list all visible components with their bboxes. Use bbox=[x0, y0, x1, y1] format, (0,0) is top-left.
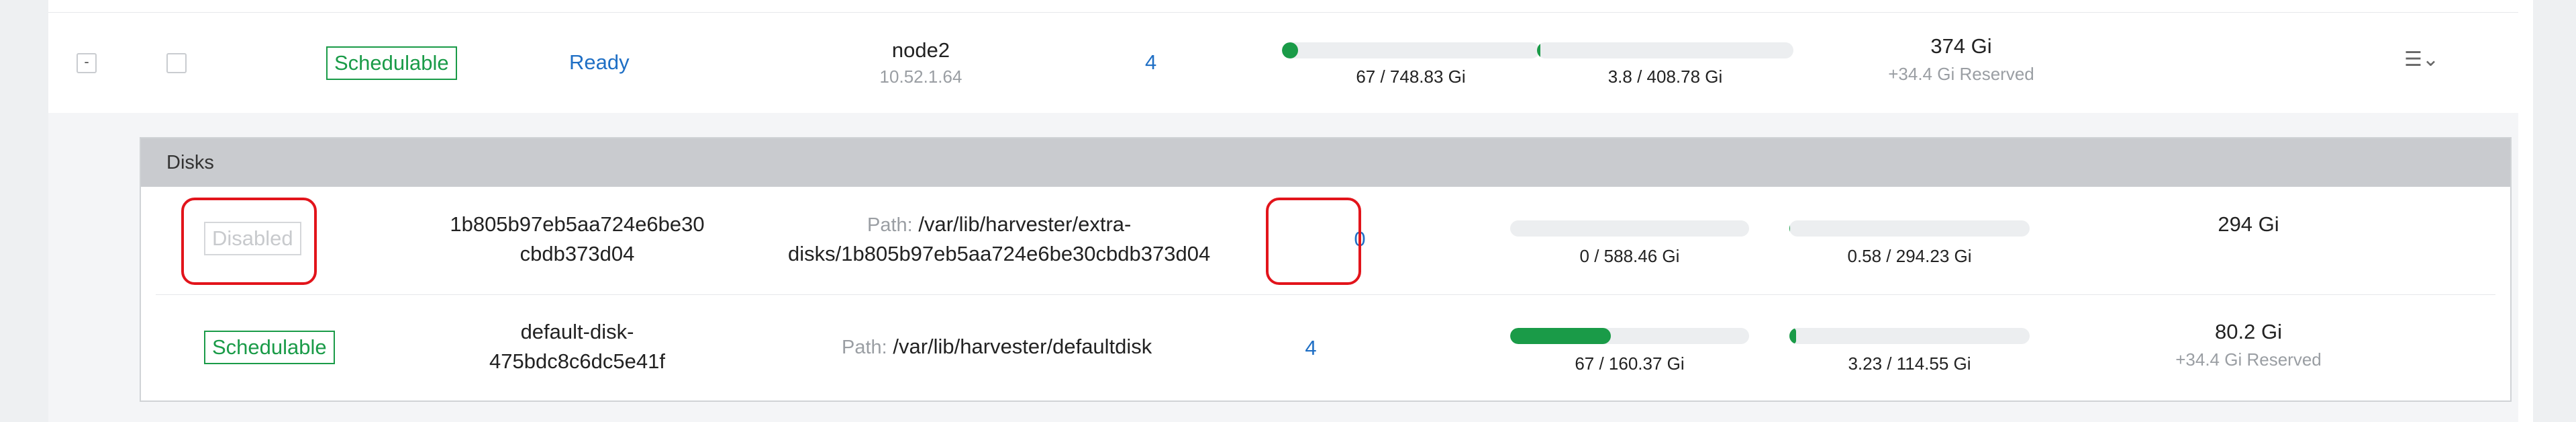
node-status-badge: Schedulable bbox=[326, 46, 457, 80]
disk-name-line2: cbdb373d04 bbox=[519, 242, 635, 265]
disk-scheduled-bar bbox=[1510, 220, 1749, 237]
node-used-label: 3.8 / 408.78 Gi bbox=[1607, 67, 1723, 87]
node-allocatable: 374 Gi bbox=[1930, 34, 1992, 58]
disk-name-line1: default-disk- bbox=[520, 320, 634, 343]
disks-title: Disks bbox=[166, 152, 214, 173]
disk-scheduled-label: 67 / 160.37 Gi bbox=[1575, 353, 1685, 374]
disk-used-label: 3.23 / 114.55 Gi bbox=[1848, 353, 1971, 374]
collapse-toggle[interactable]: - bbox=[77, 53, 97, 73]
disk-name-line1: 1b805b97eb5aa724e6be30 bbox=[450, 212, 705, 236]
disk-scheduled-label: 0 / 588.46 Gi bbox=[1579, 246, 1680, 266]
disk-status-badge: Schedulable bbox=[204, 331, 335, 364]
node-row: - Schedulable Ready node2 10.52.1.64 4 6… bbox=[48, 12, 2518, 114]
right-gutter bbox=[2533, 0, 2576, 422]
disk-path-line2: disks/1b805b97eb5aa724e6be30cbdb373d04 bbox=[788, 242, 1211, 265]
disks-header: Disks bbox=[141, 138, 2510, 187]
disk-used-fill bbox=[1789, 220, 1790, 237]
node-scheduled-label: 67 / 748.83 Gi bbox=[1356, 67, 1466, 87]
disk-name-line2: 475bdc8c6dc5e41f bbox=[489, 349, 665, 373]
disk-allocatable: 294 Gi bbox=[2218, 212, 2279, 236]
disk-scheduled-fill bbox=[1510, 328, 1611, 344]
disk-used-bar bbox=[1789, 220, 2030, 237]
node-disk-count[interactable]: 4 bbox=[1145, 50, 1156, 75]
disk-used-label: 0.58 / 294.23 Gi bbox=[1847, 246, 1972, 266]
list-chevron-down-icon[interactable]: ☰⌄ bbox=[2404, 48, 2439, 71]
disk-path-line1: Path: /var/lib/harvester/extra- bbox=[867, 212, 1131, 237]
disk-replica-count[interactable]: 4 bbox=[1266, 336, 1356, 360]
highlight-box bbox=[181, 198, 317, 285]
node-scheduled-bar bbox=[1282, 42, 1540, 58]
disk-used-fill bbox=[1789, 328, 1796, 344]
row-checkbox[interactable] bbox=[166, 53, 187, 73]
node-scheduled-fill bbox=[1282, 42, 1298, 58]
row-divider bbox=[156, 294, 2495, 295]
path-value: /var/lib/harvester/defaultdisk bbox=[893, 335, 1152, 358]
disk-reserved: +34.4 Gi Reserved bbox=[2175, 349, 2322, 370]
path-label: Path: bbox=[842, 337, 887, 358]
disk-used-bar bbox=[1789, 328, 2030, 344]
highlight-box bbox=[1266, 198, 1361, 285]
node-used-bar bbox=[1537, 42, 1793, 58]
node-name[interactable]: node2 bbox=[854, 38, 988, 62]
disk-allocatable: 80.2 Gi bbox=[2215, 320, 2282, 343]
disks-table: Disks Disabled 1b805b97eb5aa724e6be30 cb… bbox=[140, 137, 2512, 402]
node-state: Ready bbox=[569, 50, 630, 74]
node-used-fill bbox=[1537, 42, 1540, 58]
disk-scheduled-bar bbox=[1510, 328, 1749, 344]
path-value: /var/lib/harvester/extra- bbox=[918, 212, 1132, 236]
left-gutter bbox=[0, 0, 48, 422]
path-label: Path: bbox=[867, 214, 913, 236]
disk-path-line1: Path: /var/lib/harvester/defaultdisk bbox=[842, 335, 1152, 359]
node-ip: 10.52.1.64 bbox=[879, 67, 962, 87]
node-reserved: +34.4 Gi Reserved bbox=[1888, 64, 2034, 84]
